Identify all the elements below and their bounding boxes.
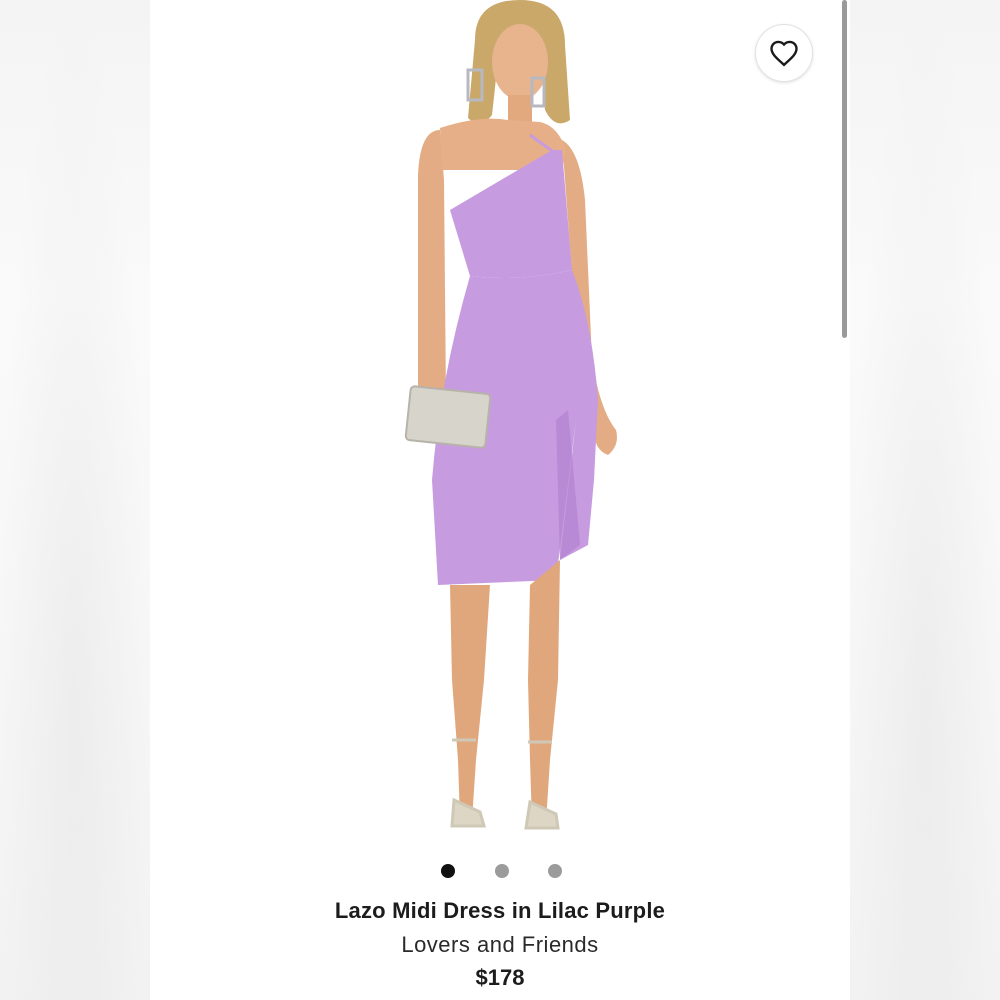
carousel-dot-2[interactable] (495, 864, 509, 878)
favorite-button[interactable] (755, 24, 813, 82)
model-left-leg (450, 585, 490, 820)
product-brand[interactable]: Lovers and Friends (150, 932, 850, 958)
heart-icon (770, 40, 798, 67)
scrollbar[interactable] (842, 0, 847, 338)
carousel-dot-3[interactable] (548, 864, 562, 878)
silver-clutch (404, 385, 492, 449)
carousel-dot-1[interactable] (441, 864, 455, 878)
model-face (492, 24, 548, 100)
carousel-indicators (0, 864, 1000, 878)
background-right (850, 0, 1000, 1000)
model-right-leg (528, 560, 560, 822)
product-price: $178 (475, 965, 525, 990)
product-image[interactable] (380, 0, 660, 850)
product-title[interactable]: Lazo Midi Dress in Lilac Purple (150, 898, 850, 924)
background-left (0, 0, 150, 1000)
